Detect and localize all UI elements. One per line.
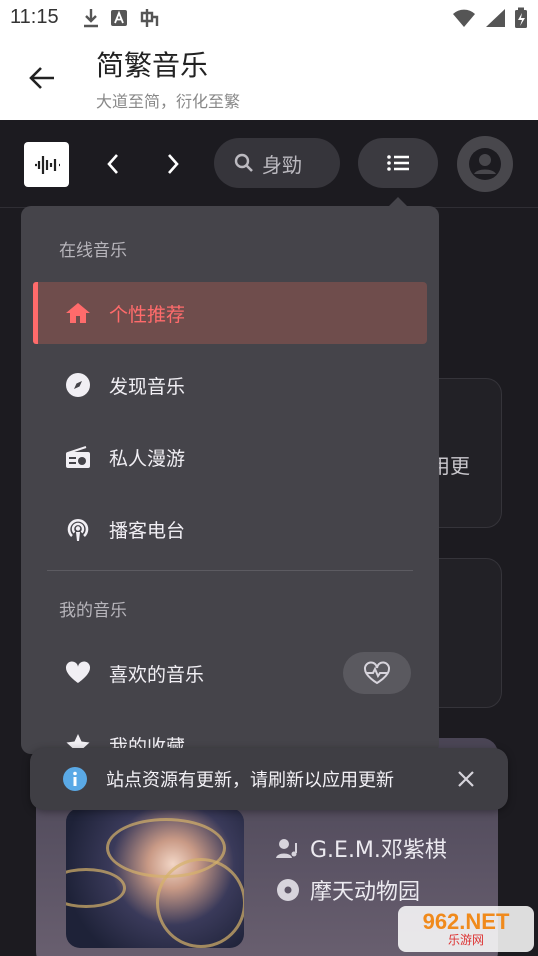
watermark-top: 962.NET bbox=[422, 909, 510, 934]
page-title: 简繁音乐 bbox=[96, 49, 209, 82]
album-name: 摩天动物园 bbox=[310, 880, 421, 905]
toast-message: 站点资源有更新，请刷新以应用更新 bbox=[106, 770, 394, 791]
update-toast: 站点资源有更新，请刷新以应用更新 bbox=[30, 748, 508, 810]
status-notification-icons bbox=[82, 7, 160, 29]
watermark-logo: 962.NET 乐游网 bbox=[398, 906, 534, 952]
artist-icon bbox=[276, 839, 297, 858]
list-icon bbox=[387, 155, 409, 171]
nav-back-button[interactable] bbox=[98, 146, 128, 182]
section-label-online: 在线音乐 bbox=[59, 241, 127, 261]
status-bar: 11:15 bbox=[0, 0, 538, 36]
heart-mode-button[interactable] bbox=[343, 652, 411, 694]
album-row[interactable]: 摩天动物园 bbox=[276, 874, 420, 906]
music-app: 身勁 用更 G.E.M.邓紫棋 摩天动物园 在线音乐 个性推荐 发现音乐 私人漫… bbox=[0, 120, 538, 956]
menu-item-label: 播客电台 bbox=[109, 519, 186, 542]
artist-row[interactable]: G.E.M.邓紫棋 bbox=[276, 832, 447, 864]
search-placeholder: 身勁 bbox=[262, 152, 302, 177]
artist-name: G.E.M.邓紫棋 bbox=[310, 838, 447, 863]
back-button[interactable] bbox=[22, 58, 62, 98]
info-icon bbox=[63, 767, 87, 791]
radio-icon bbox=[63, 442, 93, 472]
status-time: 11:15 bbox=[10, 6, 59, 28]
battery-icon bbox=[515, 7, 527, 28]
watermark-bottom: 乐游网 bbox=[447, 933, 484, 947]
page-subtitle: 大道至简，衍化至繁 bbox=[96, 92, 241, 111]
compass-icon bbox=[63, 370, 93, 400]
menu-item-label: 个性推荐 bbox=[109, 303, 186, 326]
app-a-icon bbox=[111, 10, 127, 26]
chevron-left-icon bbox=[107, 154, 118, 174]
chevron-right-icon bbox=[168, 154, 179, 174]
heart-icon bbox=[63, 658, 93, 688]
home-icon bbox=[63, 298, 93, 328]
signal-icon bbox=[486, 9, 505, 27]
nav-dropdown-menu: 在线音乐 个性推荐 发现音乐 私人漫游 播客电台 我的音乐 喜欢的音乐 我的收藏 bbox=[21, 206, 439, 754]
music-topbar: 身勁 bbox=[0, 120, 538, 208]
menu-item-recommend[interactable]: 个性推荐 bbox=[33, 282, 427, 344]
disc-icon bbox=[277, 879, 299, 901]
menu-button[interactable] bbox=[358, 138, 438, 188]
menu-item-podcast[interactable]: 播客电台 bbox=[33, 498, 427, 560]
menu-item-label: 私人漫游 bbox=[109, 447, 186, 470]
album-cover bbox=[66, 808, 244, 948]
heartbeat-icon bbox=[364, 661, 390, 685]
toast-close-button[interactable] bbox=[454, 767, 478, 791]
menu-item-roam[interactable]: 私人漫游 bbox=[33, 426, 427, 488]
menu-item-discover[interactable]: 发现音乐 bbox=[33, 354, 427, 416]
menu-item-label: 发现音乐 bbox=[109, 375, 186, 398]
close-icon bbox=[458, 771, 474, 787]
search-input[interactable]: 身勁 bbox=[214, 138, 340, 188]
menu-item-label: 喜欢的音乐 bbox=[109, 663, 205, 686]
wifi-icon bbox=[453, 9, 475, 27]
nav-forward-button[interactable] bbox=[158, 146, 188, 182]
app-header: 简繁音乐 大道至简，衍化至繁 bbox=[0, 36, 538, 120]
app-bug-icon bbox=[140, 9, 159, 27]
arrow-left-icon bbox=[29, 67, 54, 89]
section-label-mine: 我的音乐 bbox=[59, 601, 127, 621]
status-system-icons bbox=[452, 7, 528, 29]
search-icon bbox=[234, 153, 253, 172]
logo[interactable] bbox=[24, 142, 69, 187]
waveform-icon bbox=[34, 155, 60, 174]
avatar[interactable] bbox=[457, 136, 513, 192]
download-icon bbox=[84, 9, 98, 28]
account-circle-icon bbox=[469, 148, 501, 180]
menu-divider bbox=[47, 570, 413, 571]
podcast-icon bbox=[63, 514, 93, 544]
